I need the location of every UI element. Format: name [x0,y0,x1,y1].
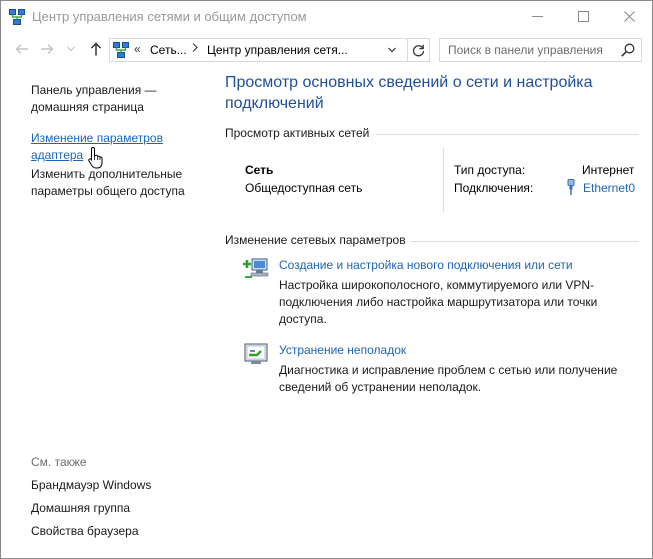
troubleshoot-description: Диагностика и исправление проблем с сеть… [279,363,618,394]
forward-button[interactable] [37,39,57,59]
maximize-button[interactable] [560,1,606,32]
new-connection-icon [243,258,269,278]
chevron-down-icon [388,47,396,53]
setup-new-connection-link[interactable]: Создание и настройка нового подключения … [279,258,573,272]
breadcrumb-separator-icon[interactable] [192,43,198,55]
address-dropdown-button[interactable] [382,40,402,60]
sidebar-item-home[interactable]: Панель управления — домашняя страница [31,82,157,116]
address-bar[interactable]: « Сеть... Центр управления сетя... [109,38,408,62]
arrow-up-icon [90,42,102,56]
section-divider [405,241,639,242]
close-button[interactable] [606,1,652,32]
search-placeholder: Поиск в панели управления [448,43,603,57]
search-input[interactable]: Поиск в панели управления [439,38,642,62]
ethernet-cable-icon [567,179,575,195]
minimize-button[interactable] [514,1,560,32]
close-icon [623,11,635,22]
change-settings-heading: Изменение сетевых параметров [225,233,410,247]
network-type-link: Общедоступная сеть [245,181,363,195]
troubleshoot-icon [244,343,268,364]
access-type-label: Тип доступа: [454,163,526,177]
see-also-browser-properties-link[interactable]: Свойства браузера [31,524,139,538]
setup-new-connection-description: Настройка широкополосного, коммутируемог… [279,278,598,326]
maximize-icon [577,11,589,22]
see-also-heading: См. также [31,455,87,469]
main-content: Просмотр основных сведений о сети и наст… [225,66,645,558]
back-button[interactable] [12,39,32,59]
section-divider [375,134,639,135]
network-center-window: Центр управления сетями и общим доступом [0,0,653,559]
see-also-firewall-link[interactable]: Брандмауэр Windows [31,478,151,492]
connections-label: Подключения: [454,181,534,195]
connection-ethernet0-link[interactable]: Ethernet0 [583,181,635,195]
navigation-bar: « Сеть... Центр управления сетя... Поиск… [1,32,652,66]
network-center-icon [9,9,25,25]
arrow-left-icon [15,44,28,54]
troubleshoot-link[interactable]: Устранение неполадок [279,343,406,357]
chevron-down-icon [67,46,75,52]
breadcrumb-network-center[interactable]: Центр управления сетя... [207,43,348,57]
vertical-divider [443,148,444,212]
refresh-button[interactable] [407,38,430,62]
address-overflow-chevron[interactable]: « [134,42,141,56]
page-title: Просмотр основных сведений о сети и наст… [225,74,593,112]
see-also-homegroup-link[interactable]: Домашняя группа [31,501,130,515]
network-folder-icon [113,42,129,58]
minimize-icon [531,16,543,17]
left-pane: Панель управления — домашняя страница Из… [1,66,211,558]
active-networks-heading: Просмотр активных сетей [225,126,374,140]
window-title: Центр управления сетями и общим доступом [32,9,307,24]
access-type-value: Интернет [582,163,635,177]
arrow-right-icon [41,44,54,54]
breadcrumb-network[interactable]: Сеть... [150,43,187,57]
search-icon[interactable] [620,42,636,58]
refresh-icon [412,44,424,56]
recent-locations-button[interactable] [61,39,81,59]
up-button[interactable] [86,39,106,59]
network-name: Сеть [245,163,274,177]
title-bar: Центр управления сетями и общим доступом [1,1,652,32]
sidebar-item-advanced-sharing[interactable]: Изменить дополнительные параметры общего… [31,166,185,200]
